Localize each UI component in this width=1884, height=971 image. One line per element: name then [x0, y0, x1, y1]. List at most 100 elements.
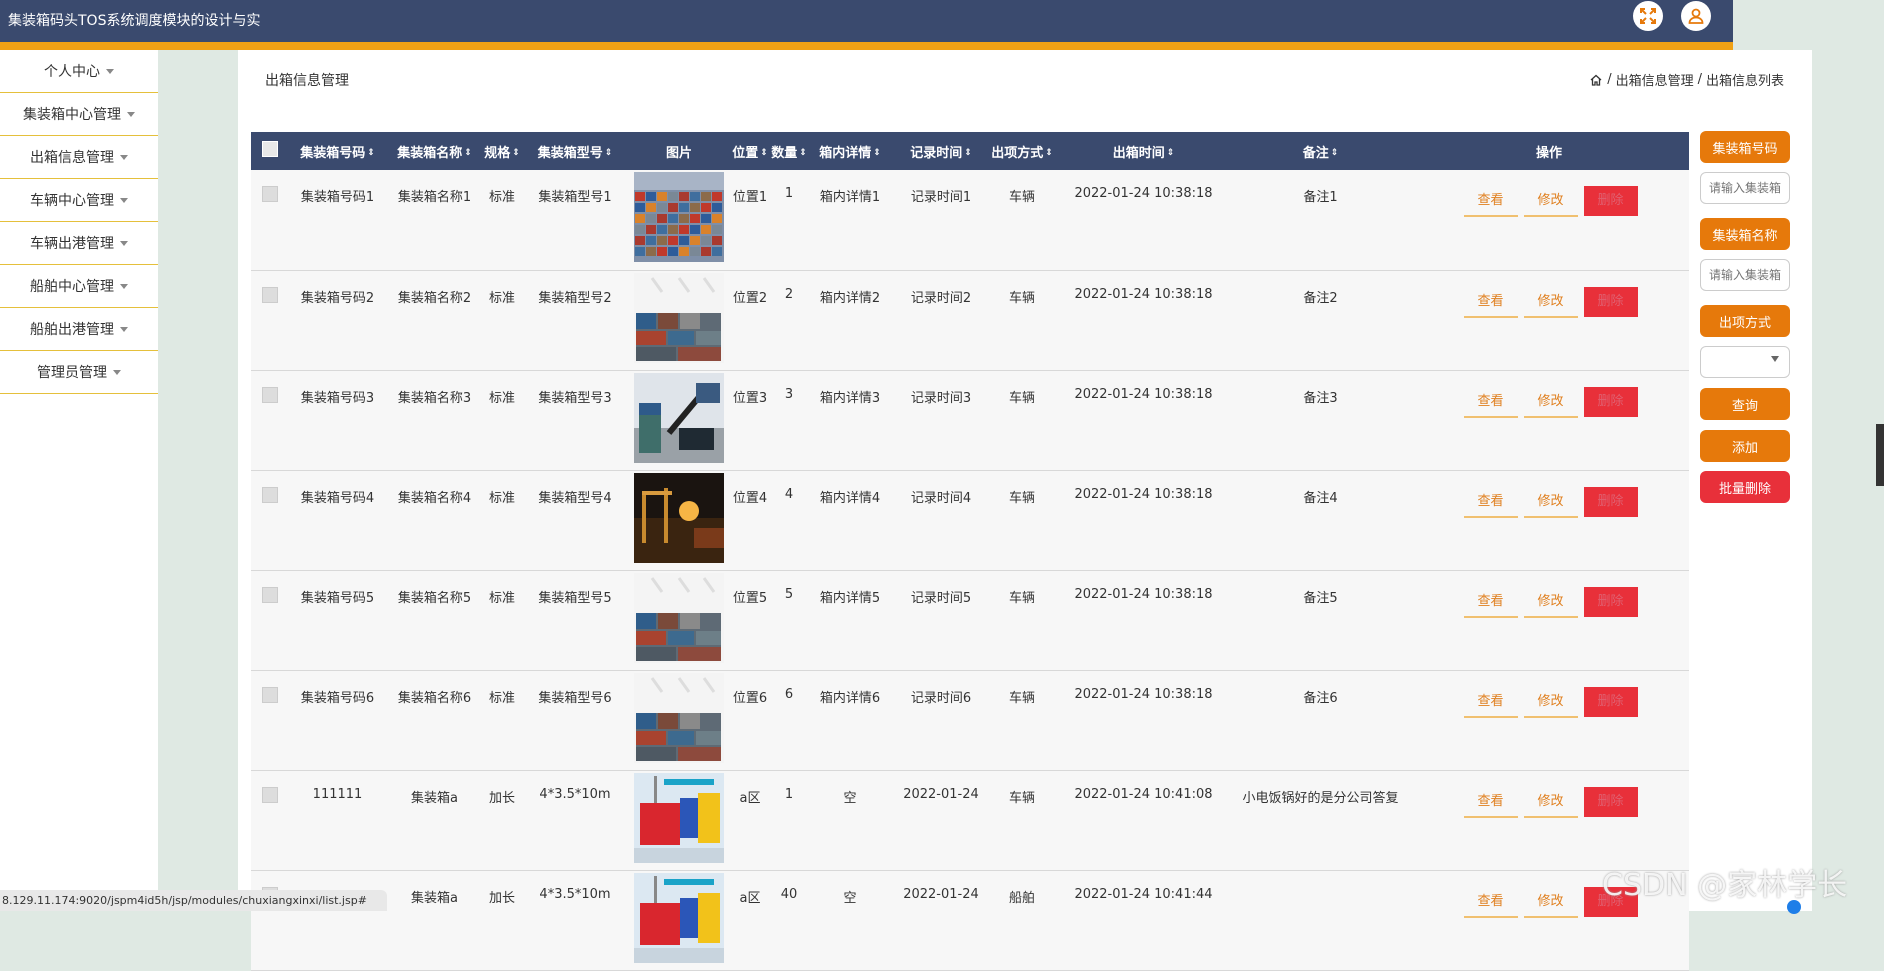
cell-image[interactable]	[629, 870, 729, 971]
cell-record-time: 记录时间3	[893, 370, 989, 471]
edit-button[interactable]: 修改	[1523, 388, 1578, 418]
view-button[interactable]: 查看	[1463, 288, 1518, 318]
delete-button[interactable]: 删除	[1583, 486, 1638, 517]
delete-button[interactable]: 删除	[1583, 686, 1638, 717]
sidebar-item-ship-departure[interactable]: 船舶出港管理	[0, 308, 158, 351]
sort-icon[interactable]: ⇕	[1331, 148, 1339, 158]
cell-remark: 备注1	[1232, 170, 1409, 271]
delete-button[interactable]: 删除	[1583, 586, 1638, 617]
edit-button[interactable]: 修改	[1523, 488, 1578, 518]
container-thumbnail[interactable]	[634, 872, 724, 963]
home-icon[interactable]	[1589, 73, 1603, 87]
container-thumbnail[interactable]	[634, 672, 724, 763]
scrollbar-thumb[interactable]	[1876, 424, 1884, 486]
add-button[interactable]: 添加	[1700, 430, 1790, 462]
column-header-name[interactable]: 集装箱名称 ⇕	[386, 132, 483, 170]
cell-remark: 小电饭锅好的是分公司答复	[1232, 770, 1409, 871]
view-button[interactable]: 查看	[1463, 788, 1518, 818]
column-header-model[interactable]: 集装箱型号 ⇕	[521, 132, 629, 170]
view-button[interactable]: 查看	[1463, 488, 1518, 518]
container-thumbnail[interactable]	[634, 372, 724, 463]
cell-image[interactable]	[629, 470, 729, 571]
container-thumbnail[interactable]	[634, 172, 724, 262]
cell-quantity: 5	[771, 570, 807, 671]
cell-spec: 标准	[483, 170, 521, 271]
breadcrumb-item[interactable]: 出箱信息管理	[1616, 70, 1694, 89]
row-checkbox[interactable]	[262, 186, 278, 202]
cell-quantity: 4	[771, 470, 807, 571]
sidebar-item-outbound-info[interactable]: 出箱信息管理	[0, 136, 158, 179]
row-checkbox[interactable]	[262, 486, 278, 503]
select-all-checkbox[interactable]	[262, 141, 278, 157]
sort-icon[interactable]: ⇕	[799, 148, 807, 158]
batch-delete-button[interactable]: 批量删除	[1700, 471, 1790, 503]
delete-button[interactable]: 删除	[1583, 786, 1638, 817]
sidebar-item-vehicle-departure[interactable]: 车辆出港管理	[0, 222, 158, 265]
sort-icon[interactable]: ⇕	[873, 148, 881, 158]
sort-icon[interactable]: ⇕	[464, 148, 472, 158]
container-thumbnail[interactable]	[634, 272, 724, 363]
sidebar-item-admin[interactable]: 管理员管理	[0, 351, 158, 394]
query-button[interactable]: 查询	[1700, 388, 1790, 420]
edit-button[interactable]: 修改	[1523, 688, 1578, 718]
row-select-cell	[251, 770, 289, 871]
row-checkbox[interactable]	[262, 686, 278, 703]
edit-button[interactable]: 修改	[1523, 588, 1578, 618]
sidebar-item-ship-center[interactable]: 船舶中心管理	[0, 265, 158, 308]
sidebar-item-container-center[interactable]: 集装箱中心管理	[0, 93, 158, 136]
delete-button[interactable]: 删除	[1583, 286, 1638, 317]
floating-indicator-icon[interactable]	[1787, 900, 1801, 914]
column-header-details[interactable]: 箱内详情 ⇕	[807, 132, 893, 170]
container-thumbnail[interactable]	[634, 472, 724, 563]
edit-button[interactable]: 修改	[1523, 288, 1578, 318]
fullscreen-icon[interactable]	[1633, 1, 1663, 31]
cell-spec: 标准	[483, 270, 521, 371]
column-header-spec[interactable]: 规格 ⇕	[483, 132, 521, 170]
cell-image[interactable]	[629, 170, 729, 271]
sidebar-item-personal-center[interactable]: 个人中心	[0, 50, 158, 93]
column-header-remark[interactable]: 备注 ⇕	[1232, 132, 1409, 170]
delete-button[interactable]: 删除	[1583, 386, 1638, 417]
view-button[interactable]: 查看	[1463, 888, 1518, 918]
container-thumbnail[interactable]	[634, 772, 724, 863]
sort-icon[interactable]: ⇕	[605, 148, 613, 158]
view-button[interactable]: 查看	[1463, 588, 1518, 618]
sort-icon[interactable]: ⇕	[760, 148, 768, 158]
column-header-quantity[interactable]: 数量 ⇕	[771, 132, 807, 170]
sort-icon[interactable]: ⇕	[1045, 148, 1053, 158]
edit-button[interactable]: 修改	[1523, 788, 1578, 818]
name-search-input[interactable]	[1700, 259, 1790, 291]
view-button[interactable]: 查看	[1463, 187, 1518, 217]
sort-icon[interactable]: ⇕	[367, 148, 375, 158]
user-avatar-icon[interactable]	[1681, 1, 1711, 31]
column-header-position[interactable]: 位置 ⇕	[729, 132, 771, 170]
row-checkbox[interactable]	[262, 386, 278, 403]
sort-icon[interactable]: ⇕	[1167, 148, 1175, 158]
cell-image[interactable]	[629, 270, 729, 371]
row-checkbox[interactable]	[262, 586, 278, 603]
sort-icon[interactable]: ⇕	[964, 148, 972, 158]
row-checkbox[interactable]	[262, 786, 278, 803]
cell-image[interactable]	[629, 670, 729, 771]
cell-image[interactable]	[629, 770, 729, 871]
view-button[interactable]: 查看	[1463, 688, 1518, 718]
breadcrumb: / 出箱信息管理 / 出箱信息列表	[1589, 70, 1784, 89]
column-header-out-time[interactable]: 出箱时间 ⇕	[1055, 132, 1232, 170]
table-row: 集装箱号码6 集装箱名称6 标准 集装箱型号6 位置6 6 箱内详情6 记录时间6 车辆 2022…	[251, 670, 1689, 771]
container-thumbnail[interactable]	[634, 572, 724, 663]
column-header-method[interactable]: 出项方式 ⇕	[989, 132, 1055, 170]
cell-record-time: 记录时间6	[893, 670, 989, 771]
edit-button[interactable]: 修改	[1523, 187, 1578, 217]
method-select[interactable]	[1700, 346, 1790, 378]
code-search-input[interactable]	[1700, 172, 1790, 204]
sort-icon[interactable]: ⇕	[512, 148, 520, 158]
column-header-code[interactable]: 集装箱号码 ⇕	[289, 132, 386, 170]
delete-button[interactable]: 删除	[1583, 186, 1638, 216]
sidebar-item-vehicle-center[interactable]: 车辆中心管理	[0, 179, 158, 222]
column-header-record-time[interactable]: 记录时间 ⇕	[893, 132, 989, 170]
row-checkbox[interactable]	[262, 286, 278, 303]
edit-button[interactable]: 修改	[1523, 888, 1578, 918]
view-button[interactable]: 查看	[1463, 388, 1518, 418]
cell-image[interactable]	[629, 570, 729, 671]
cell-image[interactable]	[629, 370, 729, 471]
